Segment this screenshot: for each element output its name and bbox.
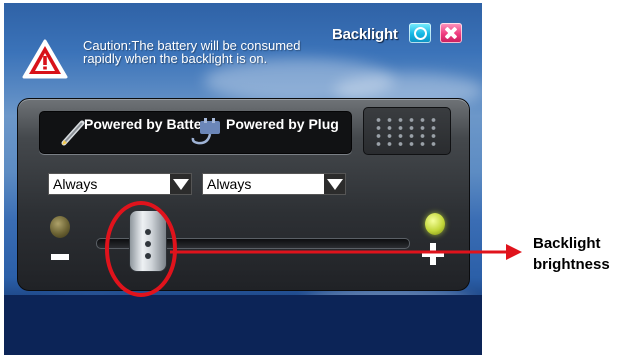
annotation-overlay: [105, 201, 522, 297]
highlight-circle: [105, 201, 177, 297]
annotation-label: Backlight brightness: [533, 235, 610, 273]
annotation-arrow-head: [506, 244, 522, 260]
